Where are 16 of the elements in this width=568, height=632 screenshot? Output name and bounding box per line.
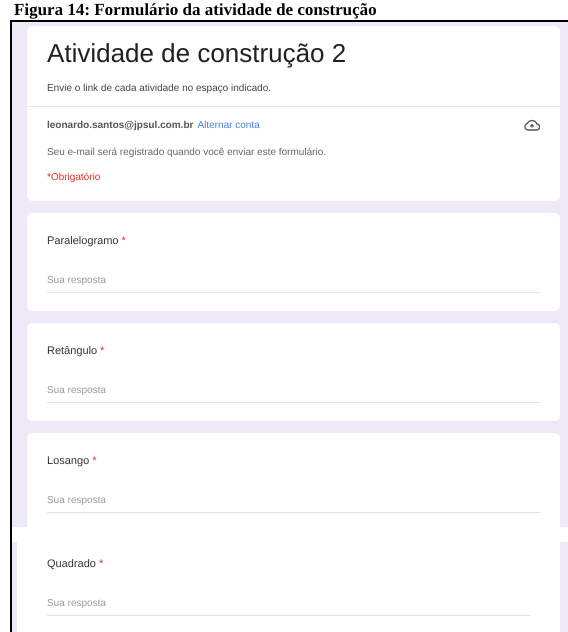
email-notice: Seu e-mail será registrado quando você enviar este formulário. <box>47 147 328 158</box>
question-label: Losango * <box>47 455 98 467</box>
answer-field[interactable]: Sua resposta <box>47 495 540 513</box>
switch-account-link[interactable]: Alternar conta <box>197 120 260 130</box>
figure-caption: Figura 14: Formulário da atividade de construção <box>13 0 378 20</box>
required-note: *Obrigatório <box>47 172 102 183</box>
question-label: Quadrado * <box>47 558 104 570</box>
form-description: Envie o link de cada atividade no espaço indicado. <box>27 83 560 107</box>
answer-field[interactable]: Sua resposta <box>47 275 540 293</box>
account-email: leonardo.santos@jpsul.com.br <box>47 120 194 130</box>
answer-field[interactable]: Sua resposta <box>47 385 540 403</box>
answer-field[interactable]: Sua resposta <box>47 598 530 616</box>
question-label: Retângulo * <box>47 345 106 357</box>
question-label: Paralelogramo * <box>47 235 127 247</box>
form-title: Atividade de construção 2 <box>47 38 348 69</box>
cloud-icon <box>524 119 540 131</box>
